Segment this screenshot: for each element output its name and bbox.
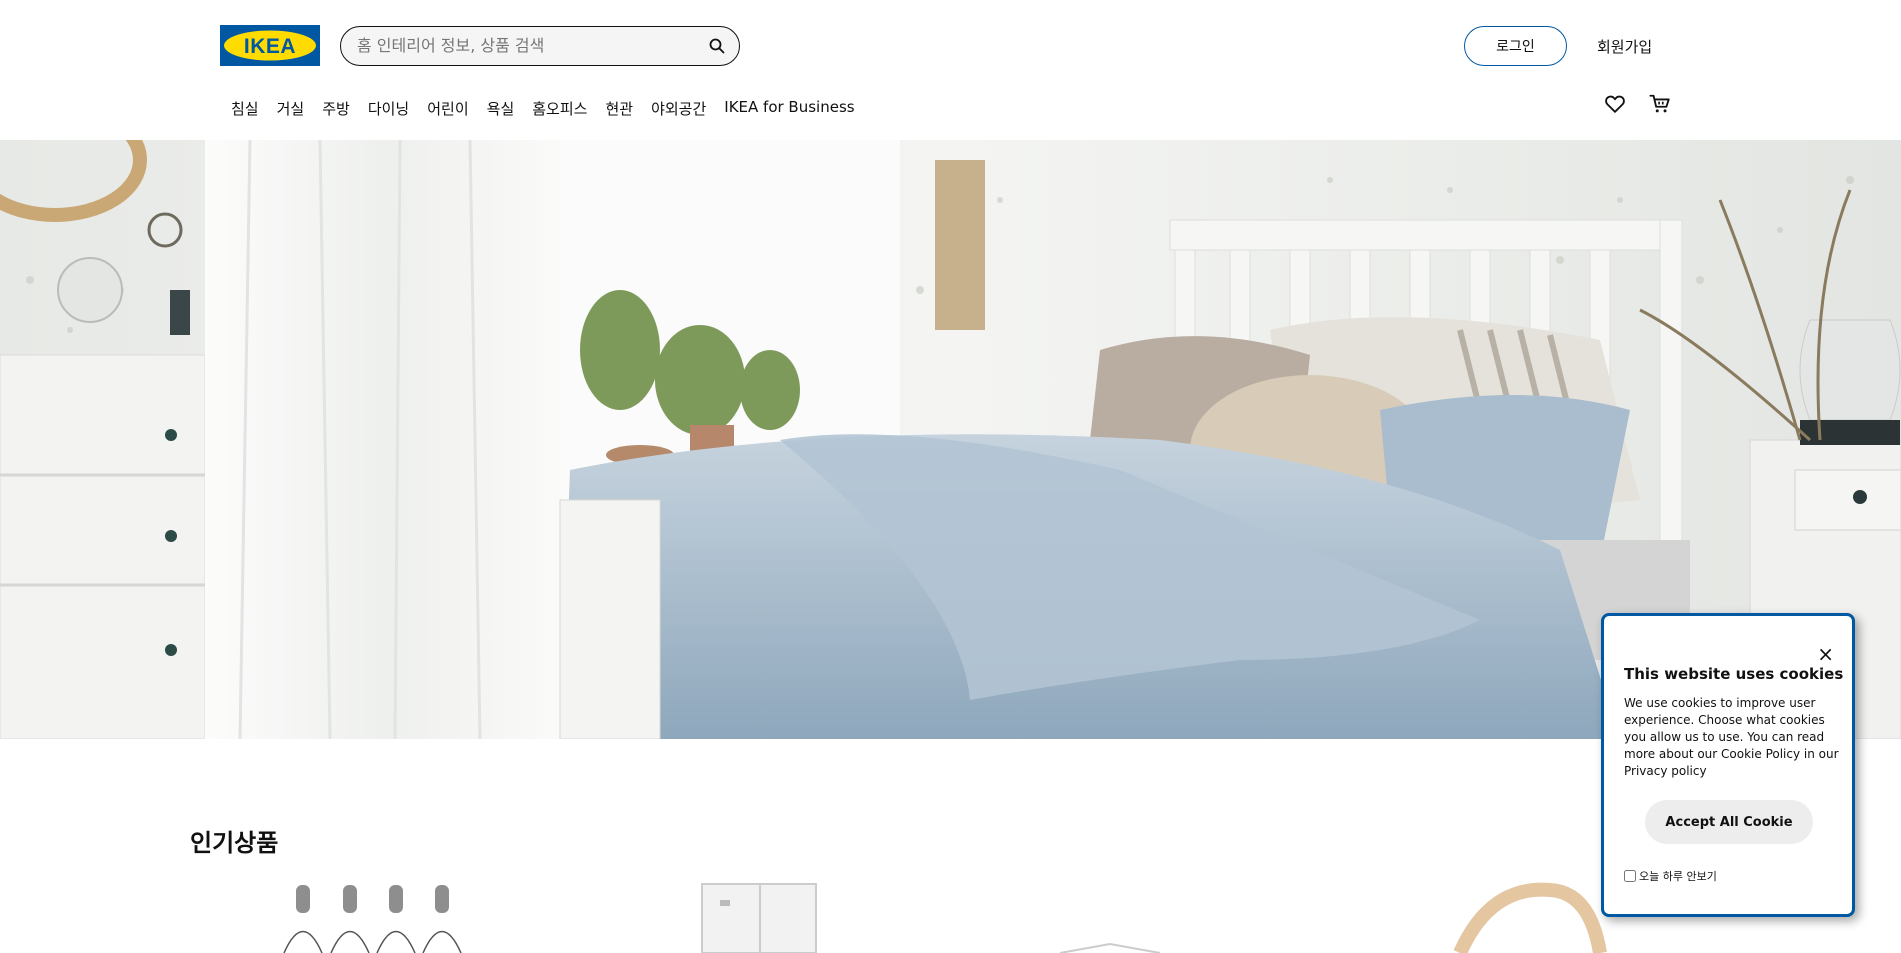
nav-item-dining[interactable]: 다이닝: [368, 98, 409, 119]
cookie-description: We use cookies to improve user experienc…: [1624, 696, 1839, 778]
dismiss-today-checkbox[interactable]: [1624, 870, 1636, 882]
dismiss-today-label: 오늘 하루 안보기: [1639, 870, 1717, 883]
nav-item-outdoor[interactable]: 야외공간: [651, 98, 706, 119]
product-thumbnail-chair[interactable]: [1450, 880, 1610, 953]
signup-link[interactable]: 회원가입: [1597, 36, 1652, 57]
nav-item-business[interactable]: IKEA for Business: [724, 98, 854, 119]
search-icon[interactable]: [709, 38, 725, 54]
search-bar: [340, 26, 740, 66]
nav-item-bedroom[interactable]: 침실: [231, 98, 259, 119]
nav-item-home-office[interactable]: 홈오피스: [532, 98, 587, 119]
nav-item-living-room[interactable]: 거실: [277, 98, 305, 119]
nav-item-kids[interactable]: 어린이: [427, 98, 468, 119]
nav-item-bathroom[interactable]: 욕실: [487, 98, 515, 119]
heart-icon[interactable]: [1604, 93, 1626, 115]
search-input[interactable]: [357, 27, 697, 64]
category-nav: 침실 거실 주방 다이닝 어린이 욕실 홈오피스 현관 야외공간 IKEA fo…: [231, 98, 873, 119]
cart-icon[interactable]: [1649, 93, 1671, 115]
ikea-logo[interactable]: IKEA: [220, 25, 320, 66]
cookie-consent-dialog: × This website uses cookies We use cooki…: [1601, 613, 1855, 917]
close-icon[interactable]: ×: [1817, 644, 1834, 664]
product-thumbnail-hooks[interactable]: [270, 880, 470, 953]
product-thumbnail-cabinet[interactable]: [700, 880, 820, 953]
cookie-title: This website uses cookies: [1624, 665, 1844, 683]
nav-item-kitchen[interactable]: 주방: [322, 98, 350, 119]
accept-all-cookies-button[interactable]: Accept All Cookie: [1645, 800, 1813, 844]
product-thumbnail-item[interactable]: [1050, 880, 1170, 953]
svg-text:IKEA: IKEA: [244, 35, 296, 58]
nav-item-entrance[interactable]: 현관: [605, 98, 633, 119]
popular-products-title: 인기상품: [190, 829, 279, 857]
login-button[interactable]: 로그인: [1464, 26, 1567, 66]
dismiss-today-option[interactable]: 오늘 하루 안보기: [1624, 868, 1717, 884]
